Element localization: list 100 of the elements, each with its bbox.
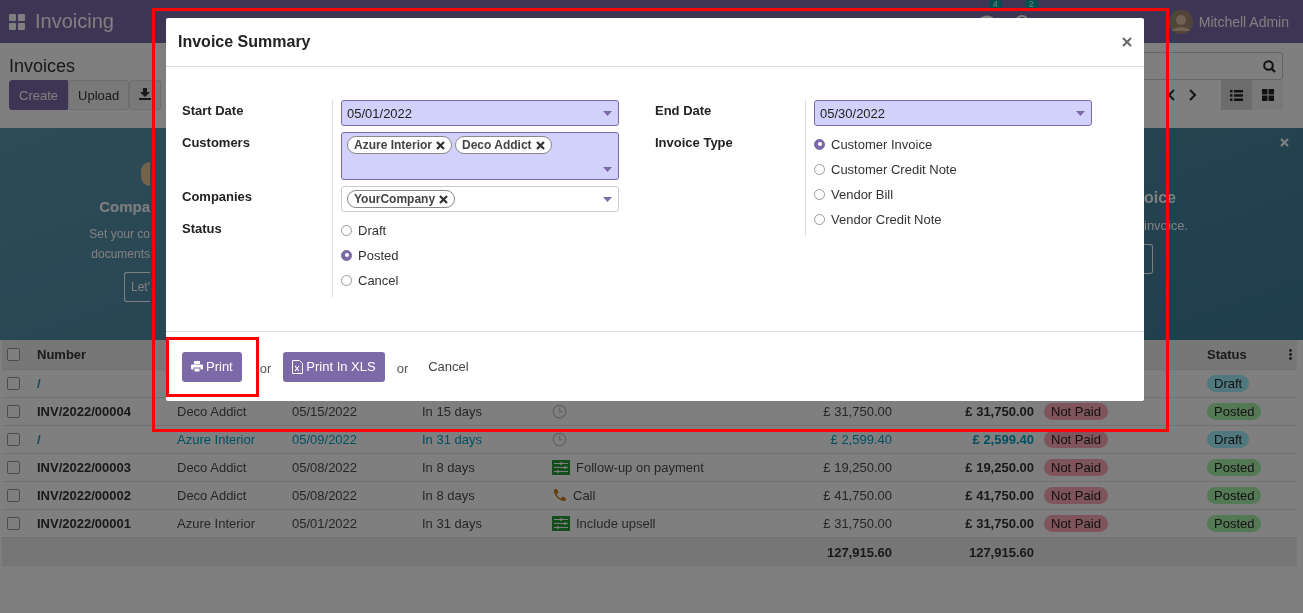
- table-cell: £ 41,750.00: [897, 482, 1039, 510]
- table-cell: INV/2022/00003: [32, 454, 172, 482]
- radio-option[interactable]: Cancel: [341, 272, 619, 288]
- status-badge: Posted: [1207, 459, 1262, 476]
- status-badge: Draft: [1207, 375, 1250, 392]
- or-text: or: [259, 361, 272, 376]
- table-cell: In 8 days: [417, 482, 547, 510]
- dropdown-caret-icon[interactable]: [603, 110, 612, 116]
- view-switch-button[interactable]: [1221, 80, 1252, 110]
- print-button[interactable]: Print: [182, 351, 242, 382]
- download-icon: [139, 87, 152, 100]
- next-icon[interactable]: [1189, 89, 1197, 101]
- radio-option[interactable]: Posted: [341, 247, 619, 263]
- tag: Azure Interior: [347, 136, 452, 154]
- table-cell: In 8 days: [417, 454, 547, 482]
- dropdown-caret-icon[interactable]: [603, 167, 612, 172]
- payment-badge: Not Paid: [1044, 515, 1108, 532]
- column-header[interactable]: Status: [1207, 347, 1247, 362]
- avatar-icon[interactable]: [1168, 9, 1193, 34]
- payment-badge: Not Paid: [1044, 403, 1108, 420]
- dropdown-caret-icon[interactable]: [1076, 110, 1085, 116]
- status-badge: Posted: [1207, 403, 1262, 420]
- tags-field[interactable]: Azure Interior Deco Addict: [341, 132, 619, 180]
- checkbox[interactable]: [7, 348, 20, 361]
- table-cell: Include upsell: [576, 516, 656, 531]
- previous-icon[interactable]: [1167, 89, 1175, 101]
- app-title: Invoicing: [35, 10, 114, 33]
- print-xls-button[interactable]: Print In XLS: [283, 351, 385, 382]
- payment-badge: Not Paid: [1044, 459, 1108, 476]
- list-view-icon: [1230, 89, 1243, 101]
- upload-button[interactable]: Upload: [68, 80, 130, 110]
- close-icon[interactable]: [1122, 37, 1132, 47]
- radio-option[interactable]: Customer Credit Note: [814, 161, 1092, 177]
- dialog-title: Invoice Summary: [178, 33, 311, 51]
- tag: YourCompany: [347, 190, 456, 208]
- field-label: Status: [182, 220, 223, 238]
- remove-icon[interactable]: [535, 140, 545, 150]
- table-cell: Deco Addict: [172, 482, 287, 510]
- step-icon: [141, 162, 150, 186]
- radio-option[interactable]: Vendor Bill: [814, 186, 1092, 202]
- task-list-icon[interactable]: [552, 516, 570, 531]
- dropdown-caret-icon[interactable]: [603, 197, 612, 202]
- banner-title: Compa: [99, 198, 150, 215]
- date-field[interactable]: 05/30/2022: [814, 100, 1092, 126]
- field-label: Start Date: [182, 102, 245, 120]
- date-field[interactable]: 05/01/2022: [341, 100, 619, 126]
- table-cell: In 31 days: [417, 426, 547, 454]
- apps-menu-icon[interactable]: [9, 13, 25, 30]
- table-cell: £ 2,599.40: [787, 426, 897, 454]
- table-cell: INV/2022/00002: [32, 482, 172, 510]
- status-badge: Posted: [1207, 515, 1262, 532]
- table-cell: £ 19,250.00: [787, 454, 897, 482]
- table-cell: £ 41,750.00: [787, 482, 897, 510]
- download-button[interactable]: [129, 80, 162, 110]
- options-icon[interactable]: [1289, 349, 1292, 360]
- activity-count-badge: 2: [1024, 0, 1038, 10]
- field-label: Invoice Type: [655, 134, 734, 152]
- total-cell-text: 127,915.60: [825, 543, 893, 562]
- banner-text: documents: [91, 246, 150, 263]
- total-cell-text: 127,915.60: [967, 543, 1035, 562]
- phone-icon[interactable]: [552, 488, 567, 503]
- field-label: End Date: [655, 102, 713, 120]
- cancel-link[interactable]: Cancel: [420, 359, 477, 374]
- task-list-icon[interactable]: [552, 460, 570, 475]
- or-text: or: [396, 361, 409, 376]
- search-icon[interactable]: [1263, 59, 1276, 73]
- table-cell: Call: [573, 488, 596, 503]
- spreadsheet-file-icon: [292, 359, 304, 374]
- checkbox[interactable]: [7, 377, 20, 390]
- table-cell: 05/09/2022: [287, 426, 417, 454]
- message-count-badge: 4: [988, 0, 1002, 10]
- field-label: Companies: [182, 188, 254, 206]
- table-cell: Follow-up on payment: [576, 460, 704, 475]
- remove-icon[interactable]: [439, 194, 449, 204]
- table-cell: Deco Addict: [172, 454, 287, 482]
- checkbox[interactable]: [7, 405, 20, 418]
- tags-field[interactable]: YourCompany: [341, 186, 619, 212]
- table-cell: 05/08/2022: [287, 482, 417, 510]
- radio-option[interactable]: Customer Invoice: [814, 136, 1092, 152]
- radio-option[interactable]: Vendor Credit Note: [814, 211, 1092, 227]
- checkbox[interactable]: [7, 517, 20, 530]
- table-cell: £ 2,599.40: [897, 426, 1039, 454]
- payment-badge: Not Paid: [1044, 487, 1108, 504]
- banner-text: Set your co: [89, 226, 150, 243]
- checkbox[interactable]: [7, 433, 20, 446]
- checkbox[interactable]: [7, 461, 20, 474]
- radio-option[interactable]: Draft: [341, 222, 619, 238]
- grid-view-icon: [1261, 89, 1274, 101]
- view-switch-button[interactable]: [1252, 80, 1283, 110]
- table-cell: /: [32, 426, 172, 454]
- status-badge: Draft: [1207, 431, 1250, 448]
- status-badge: Posted: [1207, 487, 1262, 504]
- tag: Deco Addict: [455, 136, 552, 154]
- printer-icon: [191, 361, 203, 372]
- page-title: Invoices: [9, 56, 76, 77]
- table-cell: 05/08/2022: [287, 454, 417, 482]
- checkbox[interactable]: [7, 489, 20, 502]
- table-cell: Azure Interior: [172, 426, 287, 454]
- field-label: Customers: [182, 134, 251, 152]
- remove-icon[interactable]: [436, 140, 445, 150]
